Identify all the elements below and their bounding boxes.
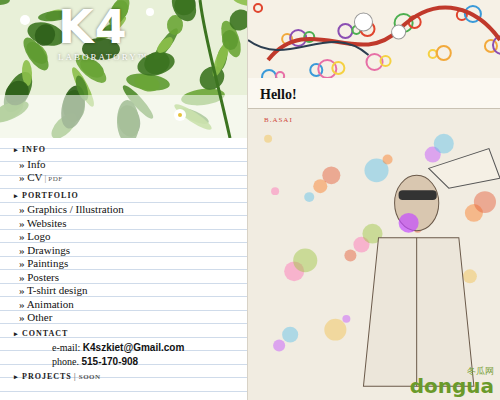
menu-label: Animation: [27, 298, 74, 310]
bullet: »: [19, 284, 25, 296]
bullet: »: [19, 271, 25, 283]
ornament-icon: [248, 0, 500, 78]
bullet: »: [19, 257, 25, 269]
menu-label: Info: [27, 158, 45, 170]
projects-note: SOON: [79, 373, 101, 381]
contact-value[interactable]: K4szkiet@Gmail.com: [83, 342, 184, 353]
menu-label: Websites: [27, 217, 66, 229]
menu-item[interactable]: » Drawings: [14, 244, 241, 258]
bullet: »: [19, 171, 25, 183]
separator: |: [74, 371, 77, 381]
menu-label: CV: [27, 171, 42, 183]
illustration-icon: [248, 109, 500, 400]
contact-line: e-mail: K4szkiet@Gmail.com: [14, 341, 241, 355]
triangle-icon: ▸: [14, 330, 19, 338]
menu-label: Posters: [27, 271, 59, 283]
menu-item[interactable]: » T-shirt design: [14, 284, 241, 298]
menu-item[interactable]: » Other: [14, 311, 241, 325]
triangle-icon: ▸: [14, 373, 19, 381]
contact-label: e-mail:: [52, 342, 80, 353]
menu-item[interactable]: » Websites: [14, 217, 241, 231]
watermark-cn: 冬瓜网: [410, 367, 494, 376]
section-title: CONTACT: [22, 329, 68, 338]
logo-subtitle: LABORATORY™: [58, 52, 149, 63]
menu-label: T-shirt design: [27, 284, 87, 296]
bullet: »: [19, 311, 25, 323]
section-header: ▸INFO: [14, 141, 241, 158]
section-header: ▸PORTFOLIO: [14, 187, 241, 204]
menu-item[interactable]: » Animation: [14, 298, 241, 312]
contact-label: phone.: [52, 356, 79, 367]
menu-note: PDF: [48, 175, 62, 183]
menu-label: Drawings: [27, 244, 70, 256]
bullet: »: [19, 298, 25, 310]
projects-header[interactable]: ▸PROJECTS|SOON: [14, 368, 241, 385]
separator: |: [45, 173, 47, 183]
bullet: »: [19, 158, 25, 170]
sidebar: K4LABORATORY™▸INFO» Info» CV|PDF▸PORTFOL…: [0, 0, 248, 400]
contact-value[interactable]: 515-170-908: [81, 356, 138, 367]
menu-item[interactable]: » Paintings: [14, 257, 241, 271]
triangle-icon: ▸: [14, 146, 19, 154]
watermark: 冬瓜网dongua: [410, 367, 494, 396]
menu-item[interactable]: » Graphics / Illustration: [14, 203, 241, 217]
header-banner: K4LABORATORY™: [0, 0, 247, 138]
artist-signature: B.ASAI: [248, 109, 500, 126]
menu-label: Paintings: [27, 257, 68, 269]
bullet: »: [19, 203, 25, 215]
main-menu: ▸INFO» Info» CV|PDF▸PORTFOLIO» Graphics …: [0, 138, 247, 385]
section-title: PORTFOLIO: [22, 191, 79, 200]
menu-item[interactable]: » Info: [14, 158, 241, 172]
section-header: ▸CONTACT: [14, 325, 241, 342]
menu-item[interactable]: » Posters: [14, 271, 241, 285]
section-title: INFO: [22, 145, 46, 154]
greeting-title: Hello!: [248, 78, 500, 109]
projects-title: PROJECTS: [22, 372, 72, 381]
bullet: »: [19, 217, 25, 229]
decoration-band: [248, 0, 500, 78]
logo[interactable]: K4LABORATORY™: [58, 2, 149, 63]
menu-item[interactable]: » CV|PDF: [14, 171, 241, 187]
menu-label: Logo: [27, 230, 50, 242]
artwork: B.ASAI 冬瓜网dongua: [248, 109, 500, 400]
watermark-en: dongua: [410, 376, 494, 396]
triangle-icon: ▸: [14, 192, 19, 200]
logo-mark: K4: [58, 2, 149, 52]
menu-label: Graphics / Illustration: [27, 203, 124, 215]
menu-item[interactable]: » Logo: [14, 230, 241, 244]
contact-line: phone. 515-170-908: [14, 355, 241, 369]
bullet: »: [19, 230, 25, 242]
content-area: Hello!B.ASAI 冬瓜网dongua: [248, 0, 500, 400]
bullet: »: [19, 244, 25, 256]
menu-label: Other: [27, 311, 52, 323]
